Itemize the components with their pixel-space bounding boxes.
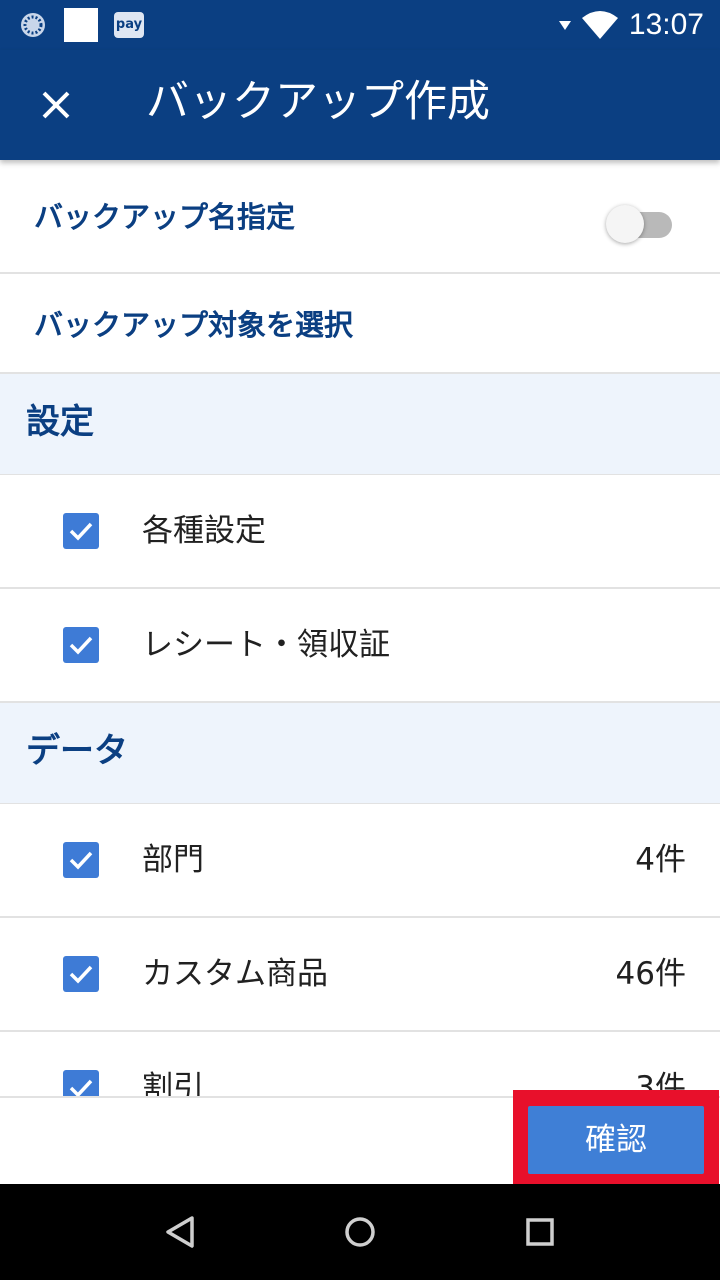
check-icon [69, 636, 93, 655]
section-header-settings: 設定 [0, 374, 720, 476]
item-label: カスタム商品 [142, 956, 328, 992]
item-label: レシート・領収証 [142, 627, 390, 663]
item-label: 部門 [142, 842, 204, 878]
checkbox[interactable] [63, 513, 99, 549]
home-icon[interactable] [340, 1208, 380, 1256]
app-bar: バックアップ作成 [0, 50, 720, 160]
back-icon[interactable] [160, 1208, 200, 1256]
system-nav-bar [0, 1184, 720, 1280]
sync-icon [21, 13, 45, 37]
check-icon [69, 522, 93, 541]
toggle-thumb [606, 205, 644, 243]
close-icon[interactable] [28, 77, 84, 133]
list-item[interactable]: カスタム商品 46件 [0, 918, 720, 1032]
list-item[interactable]: 割引 3件 [0, 1032, 720, 1096]
recent-apps-icon[interactable] [520, 1208, 560, 1256]
wifi-icon [581, 11, 618, 39]
check-icon [69, 965, 93, 984]
list-item[interactable]: 各種設定 [0, 475, 720, 589]
page-title: バックアップ作成 [146, 77, 490, 127]
checkbox[interactable] [63, 956, 99, 992]
section-header-data: データ [0, 703, 720, 805]
clock: 13:07 [628, 8, 704, 41]
checkbox[interactable] [63, 842, 99, 878]
list-item[interactable]: 部門 4件 [0, 804, 720, 918]
backup-name-row[interactable]: バックアップ名指定 [0, 160, 720, 274]
backup-name-toggle[interactable] [606, 200, 672, 243]
section-title: 設定 [26, 402, 94, 442]
list-item[interactable]: レシート・領収証 [0, 589, 720, 703]
backup-name-label: バックアップ名指定 [34, 200, 296, 234]
item-count: 4件 [635, 842, 686, 878]
checkbox[interactable] [63, 627, 99, 663]
check-icon [69, 851, 93, 870]
item-label: 割引 [142, 1070, 204, 1096]
pay-icon: pay [114, 12, 144, 38]
confirm-button[interactable]: 確認 [528, 1106, 704, 1174]
checkbox[interactable] [63, 1070, 99, 1096]
section-title: データ [26, 731, 128, 771]
backup-target-row: バックアップ対象を選択 [0, 274, 720, 374]
item-label: 各種設定 [142, 513, 266, 549]
notification-icon [64, 8, 98, 42]
backup-target-list[interactable]: 設定 各種設定 レシート・領収証 データ 部門 4件 カスタム商品 46件 割引 [0, 374, 720, 1096]
backup-target-label: バックアップ対象を選択 [34, 308, 354, 342]
status-bar: pay 13:07 [0, 0, 720, 50]
signal-icon [558, 21, 571, 30]
check-icon [69, 1079, 93, 1096]
item-count: 46件 [615, 956, 686, 992]
